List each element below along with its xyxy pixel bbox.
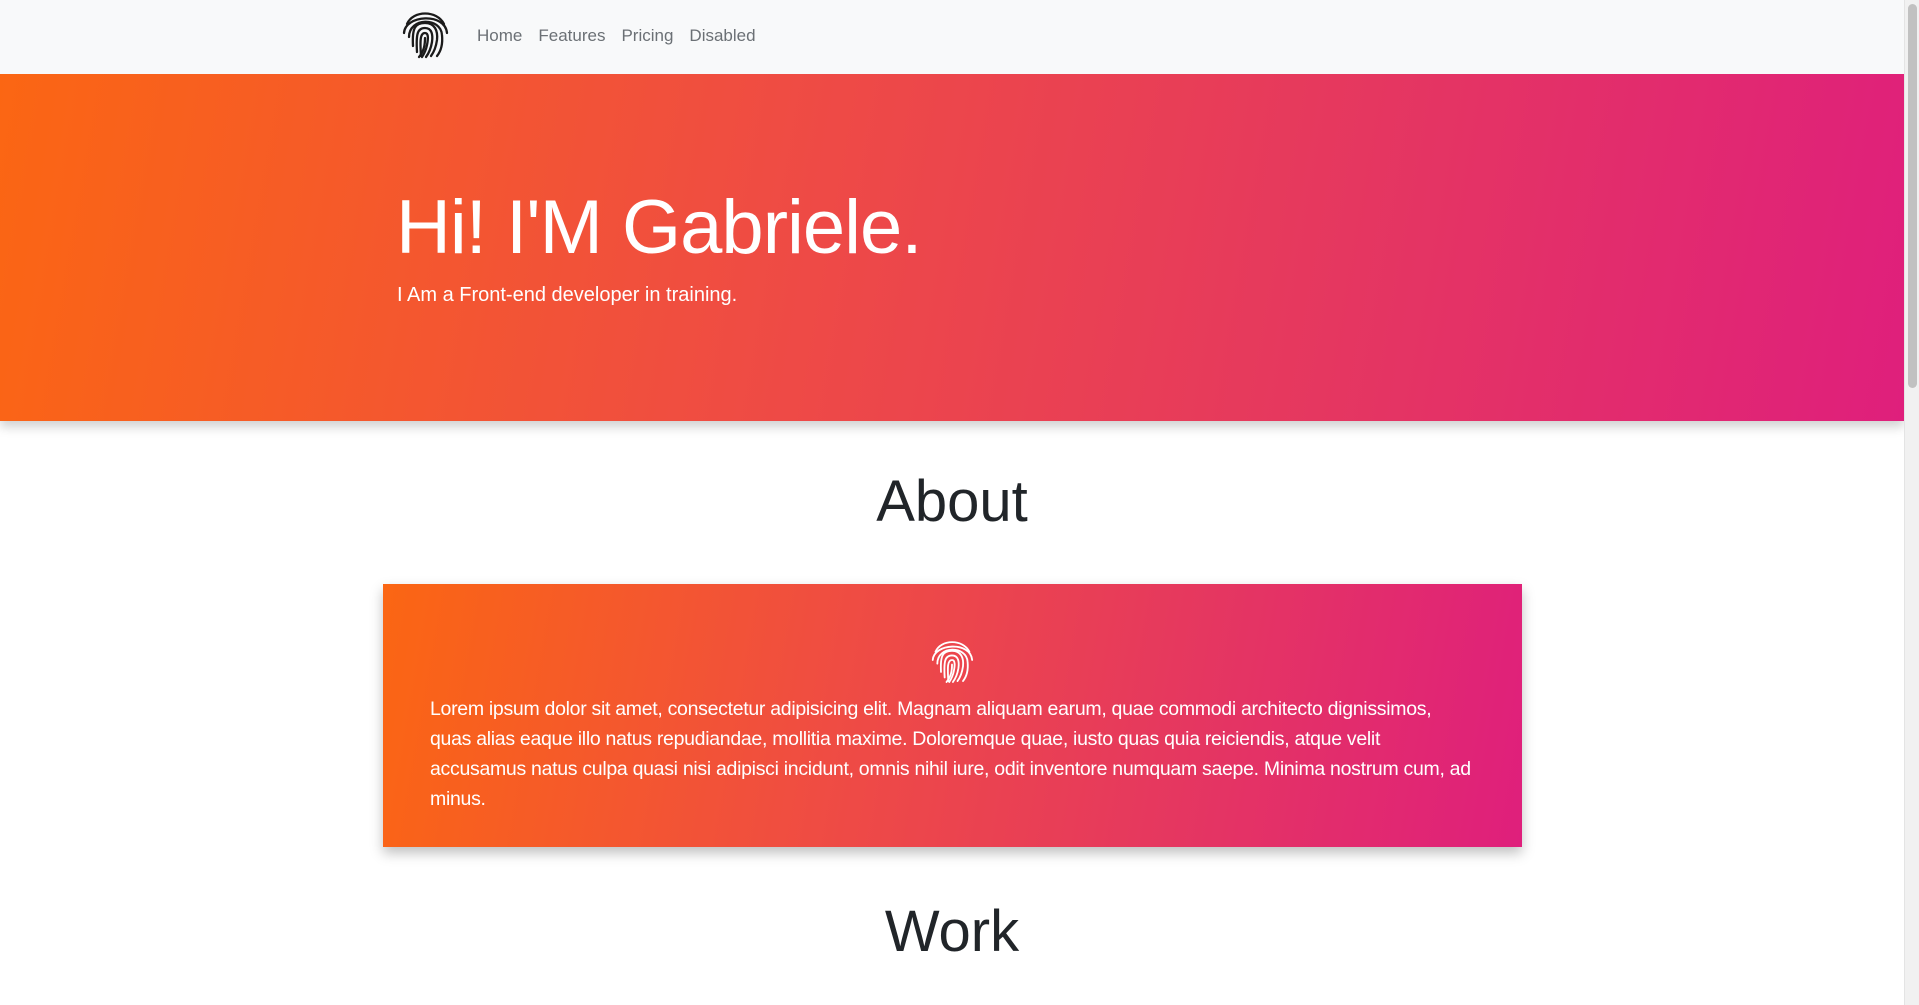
- hero-banner: Hi! I'M Gabriele. I Am a Front-end devel…: [0, 74, 1904, 421]
- vertical-scrollbar[interactable]: [1904, 0, 1919, 1005]
- about-card: Lorem ipsum dolor sit amet, consectetur …: [383, 584, 1522, 847]
- nav-link-home[interactable]: Home: [477, 26, 522, 45]
- hero-title: Hi! I'M Gabriele.: [396, 185, 922, 270]
- nav-item-pricing: Pricing: [621, 26, 673, 46]
- nav-link-features[interactable]: Features: [538, 26, 605, 45]
- about-heading: About: [876, 469, 1028, 534]
- nav-item-features: Features: [538, 26, 605, 46]
- brand-logo[interactable]: [401, 7, 449, 59]
- fingerprint-icon: [402, 12, 449, 59]
- hero-subtitle: I Am a Front-end developer in training.: [397, 284, 738, 306]
- nav-link-pricing[interactable]: Pricing: [621, 26, 673, 45]
- work-heading: Work: [884, 899, 1020, 964]
- page: Home Features Pricing Disabled Hi! I'M G…: [0, 0, 1904, 1005]
- scrollbar-thumb[interactable]: [1908, 4, 1917, 388]
- about-text: Lorem ipsum dolor sit amet, consectetur …: [430, 698, 1471, 810]
- about-icon-wrapper: [930, 636, 974, 684]
- nav-item-disabled: Disabled: [689, 26, 755, 46]
- nav-link-disabled[interactable]: Disabled: [689, 26, 755, 45]
- nav-item-home: Home: [477, 26, 522, 46]
- navbar: Home Features Pricing Disabled: [0, 0, 1904, 74]
- fingerprint-icon: [931, 641, 974, 683]
- nav-menu: Home Features Pricing Disabled: [477, 26, 756, 46]
